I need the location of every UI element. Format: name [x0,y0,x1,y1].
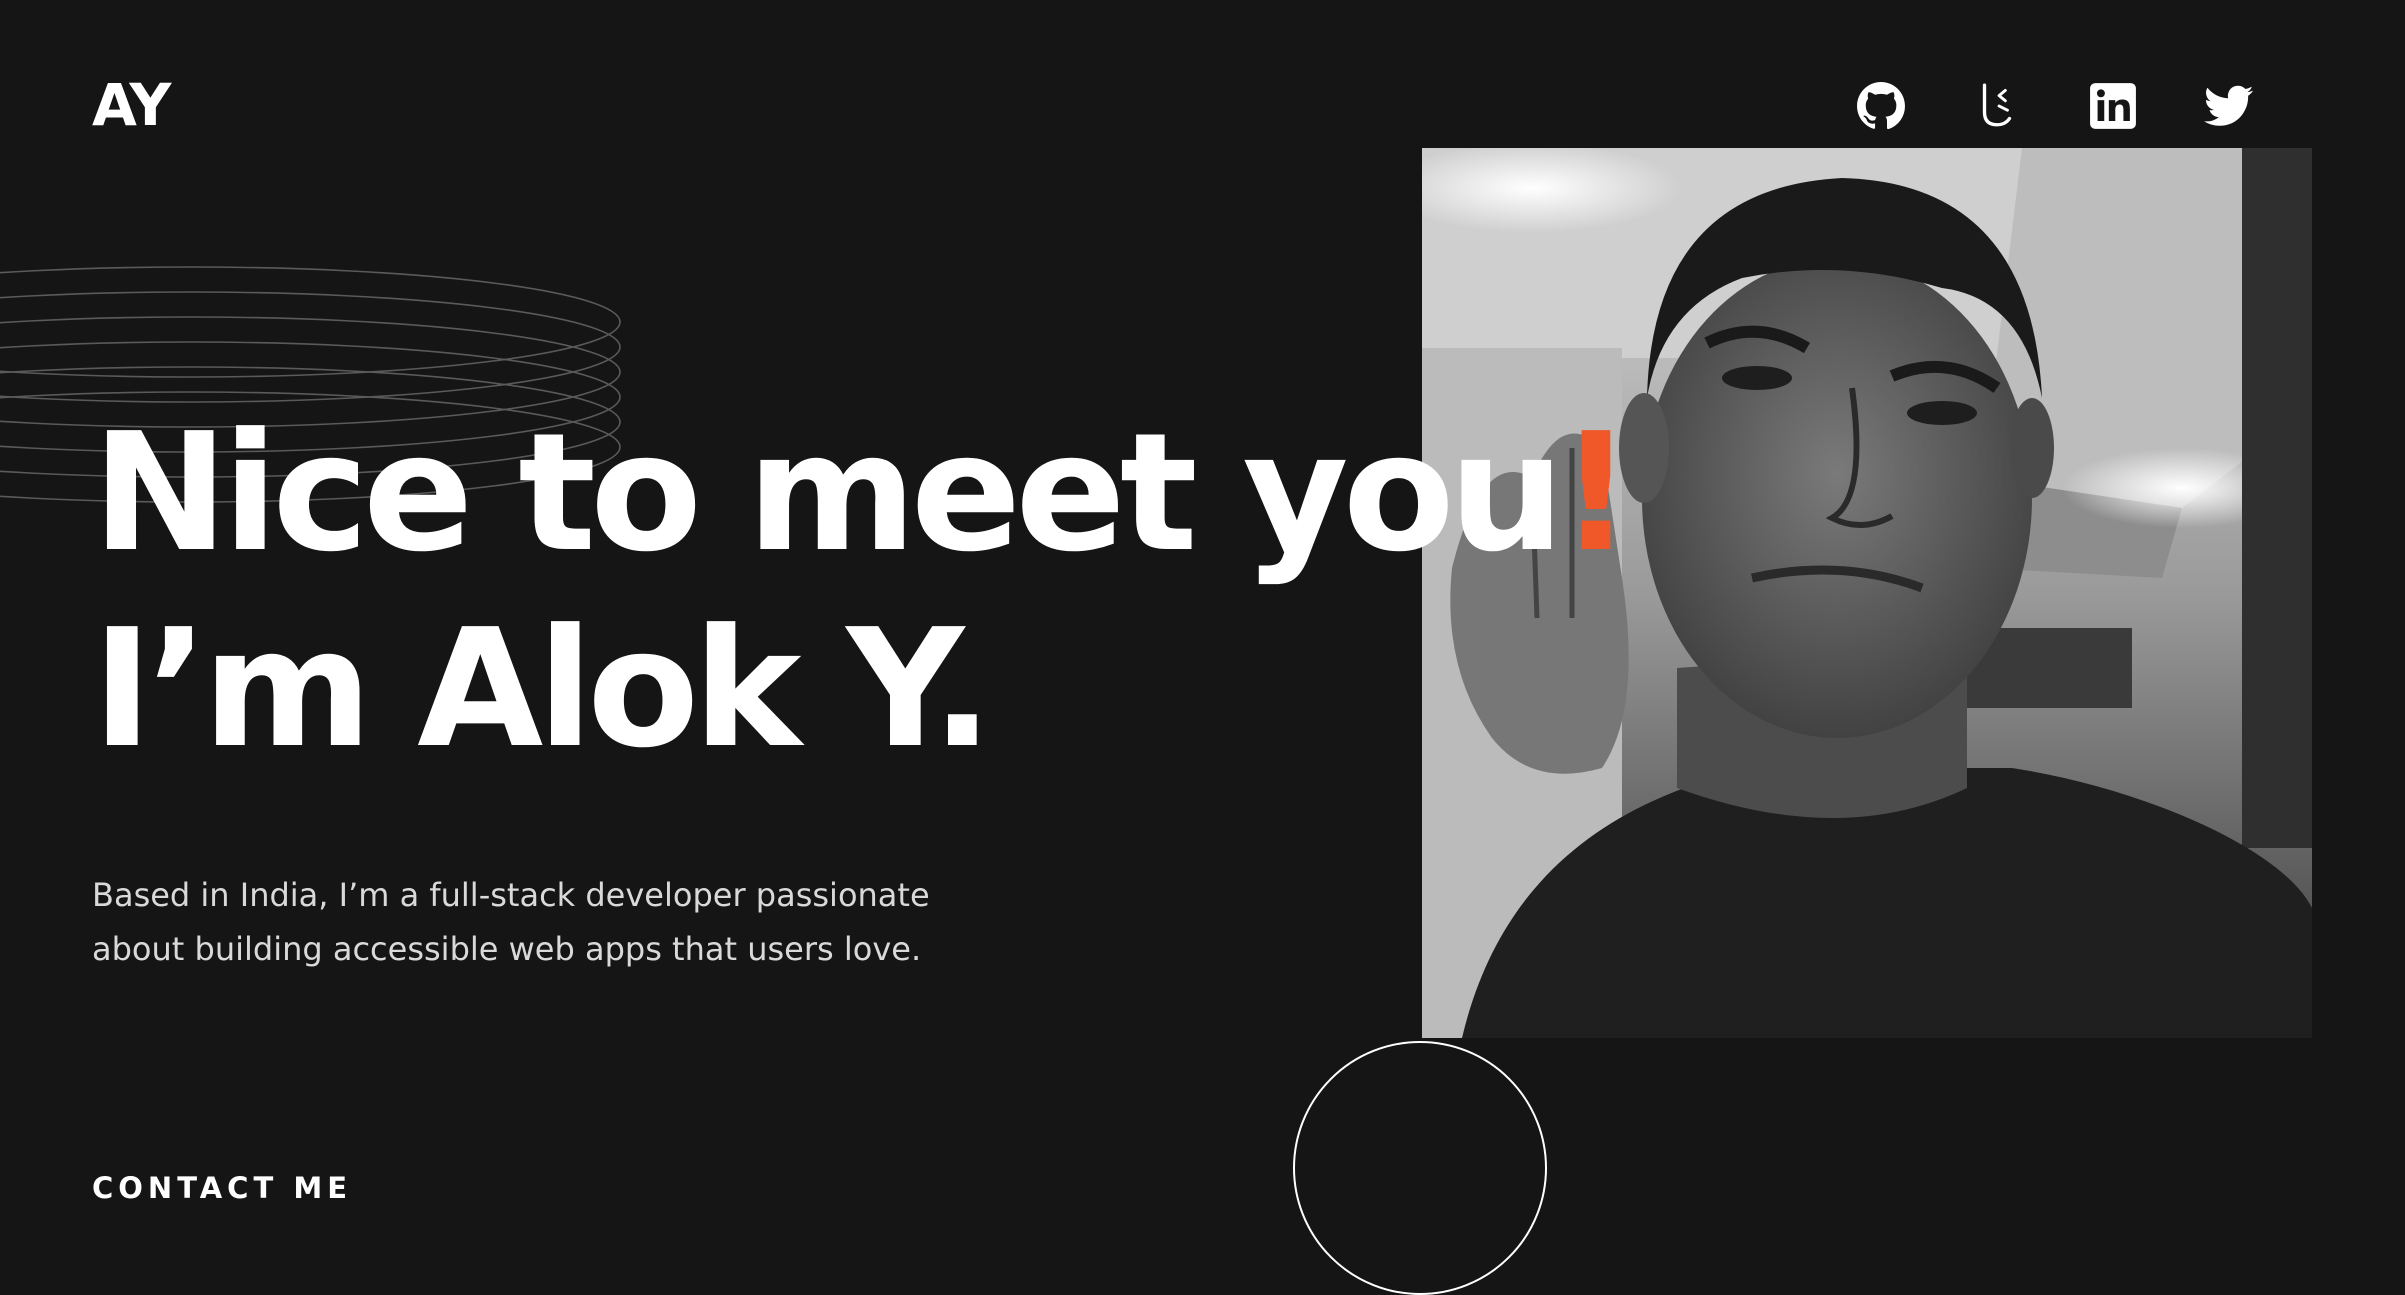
twitter-icon [2204,85,2254,126]
social-links [1856,80,2254,132]
hero-bio: Based in India, I’m a full-stack develop… [92,876,930,968]
headline-line-2: I’m Alok Y. [92,595,993,784]
headline-exclamation: ! [1558,399,1633,588]
contact-me-link[interactable]: CONTACT ME [92,1174,352,1203]
site-logo[interactable]: AY [92,76,171,134]
codeforces-link[interactable] [1972,80,2022,132]
kaggle-like-icon [1982,83,2012,127]
github-link[interactable] [1856,80,1906,132]
headline-greeting: Nice to meet you [92,399,1565,588]
circle-decoration [1293,1041,1547,1295]
headline-line-1: Nice to meet you! [92,396,1633,592]
hero-headline: Nice to meet you! I’m Alok Y. [92,396,1633,788]
twitter-link[interactable] [2204,80,2254,132]
github-icon [1857,82,1905,130]
linkedin-icon [2090,83,2136,129]
linkedin-link[interactable] [2088,80,2138,132]
